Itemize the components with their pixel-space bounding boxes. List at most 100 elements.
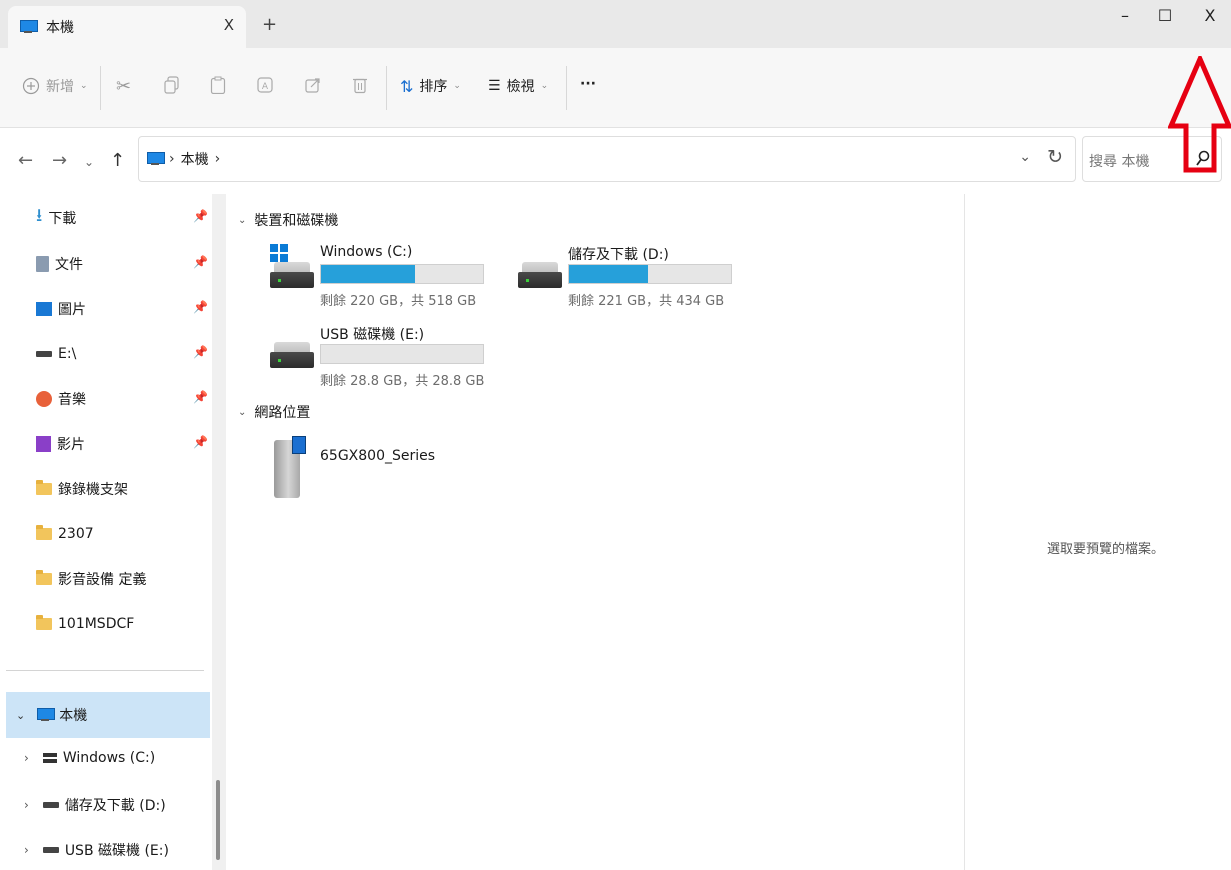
sidebar-item-downloads[interactable]: ⭳ 下載 📌 [36, 205, 216, 230]
group-header-label: 網路位置 [254, 405, 311, 421]
toolbar-divider [566, 66, 567, 110]
drive-icon [42, 847, 59, 853]
pictures-icon [36, 302, 52, 316]
documents-icon [36, 256, 49, 272]
drive-space-info: 剩餘 28.8 GB，共 28.8 GB [320, 374, 485, 389]
network-device-tile[interactable]: 65GX800_Series [274, 436, 474, 500]
sidebar-item-label: 文件 [55, 257, 83, 273]
folder-icon [36, 525, 52, 540]
sidebar-item-folder[interactable]: 2307 [36, 522, 216, 546]
pin-icon: 📌 [193, 209, 208, 223]
breadcrumb-separator: › [169, 151, 175, 167]
group-header-devices[interactable]: ⌄ 裝置和磁碟機 [238, 210, 338, 230]
drive-usage-fill [569, 265, 649, 283]
chevron-right-icon[interactable]: › [24, 843, 29, 857]
folder-icon [36, 480, 52, 495]
sidebar-scrollbar[interactable] [212, 194, 226, 870]
sidebar-item-drive-e[interactable]: › USB 磁碟機 (E:) [24, 840, 169, 860]
drive-tile-d[interactable]: 儲存及下載 (D:) 剩餘 221 GB，共 434 GB [518, 244, 748, 314]
group-header-network[interactable]: ⌄ 網路位置 [238, 402, 310, 422]
drive-space-info: 剩餘 220 GB，共 518 GB [320, 294, 477, 309]
rename-button[interactable]: A [256, 76, 274, 94]
breadcrumb-this-pc[interactable]: 本機 [181, 149, 209, 169]
chevron-down-icon: ⌄ [540, 81, 549, 91]
back-button[interactable]: ← [18, 150, 33, 171]
navigation-pane: ⭳ 下載 📌 文件 📌 圖片 📌 E:\ 📌 音樂 📌 影片 📌 錄錄機支架 2… [0, 194, 228, 870]
sidebar-item-folder[interactable]: 影音設備 定義 [36, 567, 216, 591]
drive-tile-e[interactable]: USB 磁碟機 (E:) 剩餘 28.8 GB，共 28.8 GB [270, 324, 500, 394]
new-button[interactable]: 新增 ⌄ [22, 76, 88, 96]
maximize-button[interactable]: ☐ [1150, 6, 1180, 25]
sidebar-item-label: 本機 [59, 708, 88, 724]
svg-text:A: A [262, 82, 269, 92]
tab-this-pc[interactable]: 本機 X [8, 6, 246, 48]
windows-logo-icon [270, 244, 288, 262]
view-button[interactable]: ☰ 檢視 ⌄ [488, 76, 548, 96]
drive-name: Windows (C:) [320, 244, 413, 260]
sidebar-divider [6, 670, 204, 671]
sort-button[interactable]: ⇅ 排序 ⌄ [400, 76, 461, 96]
breadcrumb-separator[interactable]: › [215, 151, 221, 167]
view-button-label: 檢視 [506, 79, 535, 95]
sidebar-item-label: 2307 [58, 526, 94, 542]
minimize-button[interactable]: – [1110, 6, 1140, 25]
more-options-button[interactable]: ··· [580, 76, 596, 92]
sidebar-item-documents[interactable]: 文件 📌 [36, 252, 216, 276]
delete-button[interactable] [352, 76, 368, 94]
pin-icon: 📌 [193, 255, 208, 269]
forward-button[interactable]: → [52, 150, 67, 171]
download-icon: ⭳ [36, 205, 43, 226]
sidebar-item-folder[interactable]: 101MSDCF [36, 612, 216, 636]
cut-button[interactable]: ✂ [116, 76, 131, 97]
recent-locations-button[interactable]: ⌄ [84, 155, 94, 169]
drive-name: 儲存及下載 (D:) [568, 247, 669, 263]
paste-button[interactable] [210, 76, 226, 94]
sidebar-item-drive-d[interactable]: › 儲存及下載 (D:) [24, 795, 166, 815]
sidebar-item-videos[interactable]: 影片 📌 [36, 432, 216, 456]
chevron-right-icon[interactable]: › [24, 798, 29, 812]
sort-button-label: 排序 [419, 79, 448, 95]
up-button[interactable]: ↑ [110, 150, 125, 171]
close-window-button[interactable]: X [1195, 6, 1225, 25]
new-tab-button[interactable]: + [262, 14, 277, 35]
tab-close-button[interactable]: X [224, 16, 234, 34]
hard-drive-icon [270, 342, 314, 368]
chevron-right-icon[interactable]: › [24, 751, 29, 765]
copy-button[interactable] [164, 76, 180, 94]
hard-drive-icon [270, 262, 314, 288]
scrollbar-thumb[interactable] [216, 780, 220, 860]
sidebar-item-music[interactable]: 音樂 📌 [36, 387, 216, 411]
address-history-chevron[interactable]: ⌄ [1019, 149, 1031, 165]
share-button[interactable] [304, 76, 322, 94]
drive-tile-c[interactable]: Windows (C:) 剩餘 220 GB，共 518 GB [270, 244, 500, 314]
sidebar-item-folder[interactable]: 錄錄機支架 [36, 477, 216, 501]
navigation-bar: ← → ⌄ ↑ › 本機 › ⌄ ↻ 搜尋 本機 [0, 128, 1231, 194]
sidebar-item-label: 錄錄機支架 [58, 482, 128, 498]
group-header-label: 裝置和磁碟機 [254, 213, 339, 229]
drive-usage-bar [320, 264, 484, 284]
drive-space-info: 剩餘 221 GB，共 434 GB [568, 294, 725, 309]
sidebar-item-label: 圖片 [58, 302, 86, 318]
refresh-icon[interactable]: ↻ [1047, 146, 1063, 168]
sidebar-item-label: E:\ [58, 346, 77, 362]
sidebar-item-this-pc[interactable]: ⌄ 本機 [6, 692, 210, 738]
computer-icon [20, 20, 38, 34]
drive-usage-fill [321, 265, 415, 283]
rename-icon: A [257, 77, 273, 93]
sidebar-item-label: 下載 [48, 211, 77, 227]
chevron-down-icon: ⌄ [80, 81, 88, 91]
address-bar[interactable]: › 本機 › ⌄ ↻ [138, 136, 1076, 182]
command-bar: 新增 ⌄ ✂ A ⇅ 排序 ⌄ ☰ 檢視 ⌄ ··· [0, 48, 1231, 128]
pin-icon: 📌 [193, 435, 208, 449]
folder-icon [36, 615, 52, 630]
pin-icon: 📌 [193, 300, 208, 314]
sidebar-item-drive-c[interactable]: › Windows (C:) [24, 750, 155, 766]
chevron-down-icon[interactable]: ⌄ [16, 709, 25, 722]
drive-icon [42, 802, 59, 808]
share-icon [305, 78, 320, 93]
more-icon: ··· [580, 76, 596, 92]
sidebar-item-pictures[interactable]: 圖片 📌 [36, 297, 216, 321]
sidebar-item-drive-e[interactable]: E:\ 📌 [36, 342, 216, 366]
drive-icon [36, 351, 52, 357]
plus-circle-icon [22, 77, 40, 95]
